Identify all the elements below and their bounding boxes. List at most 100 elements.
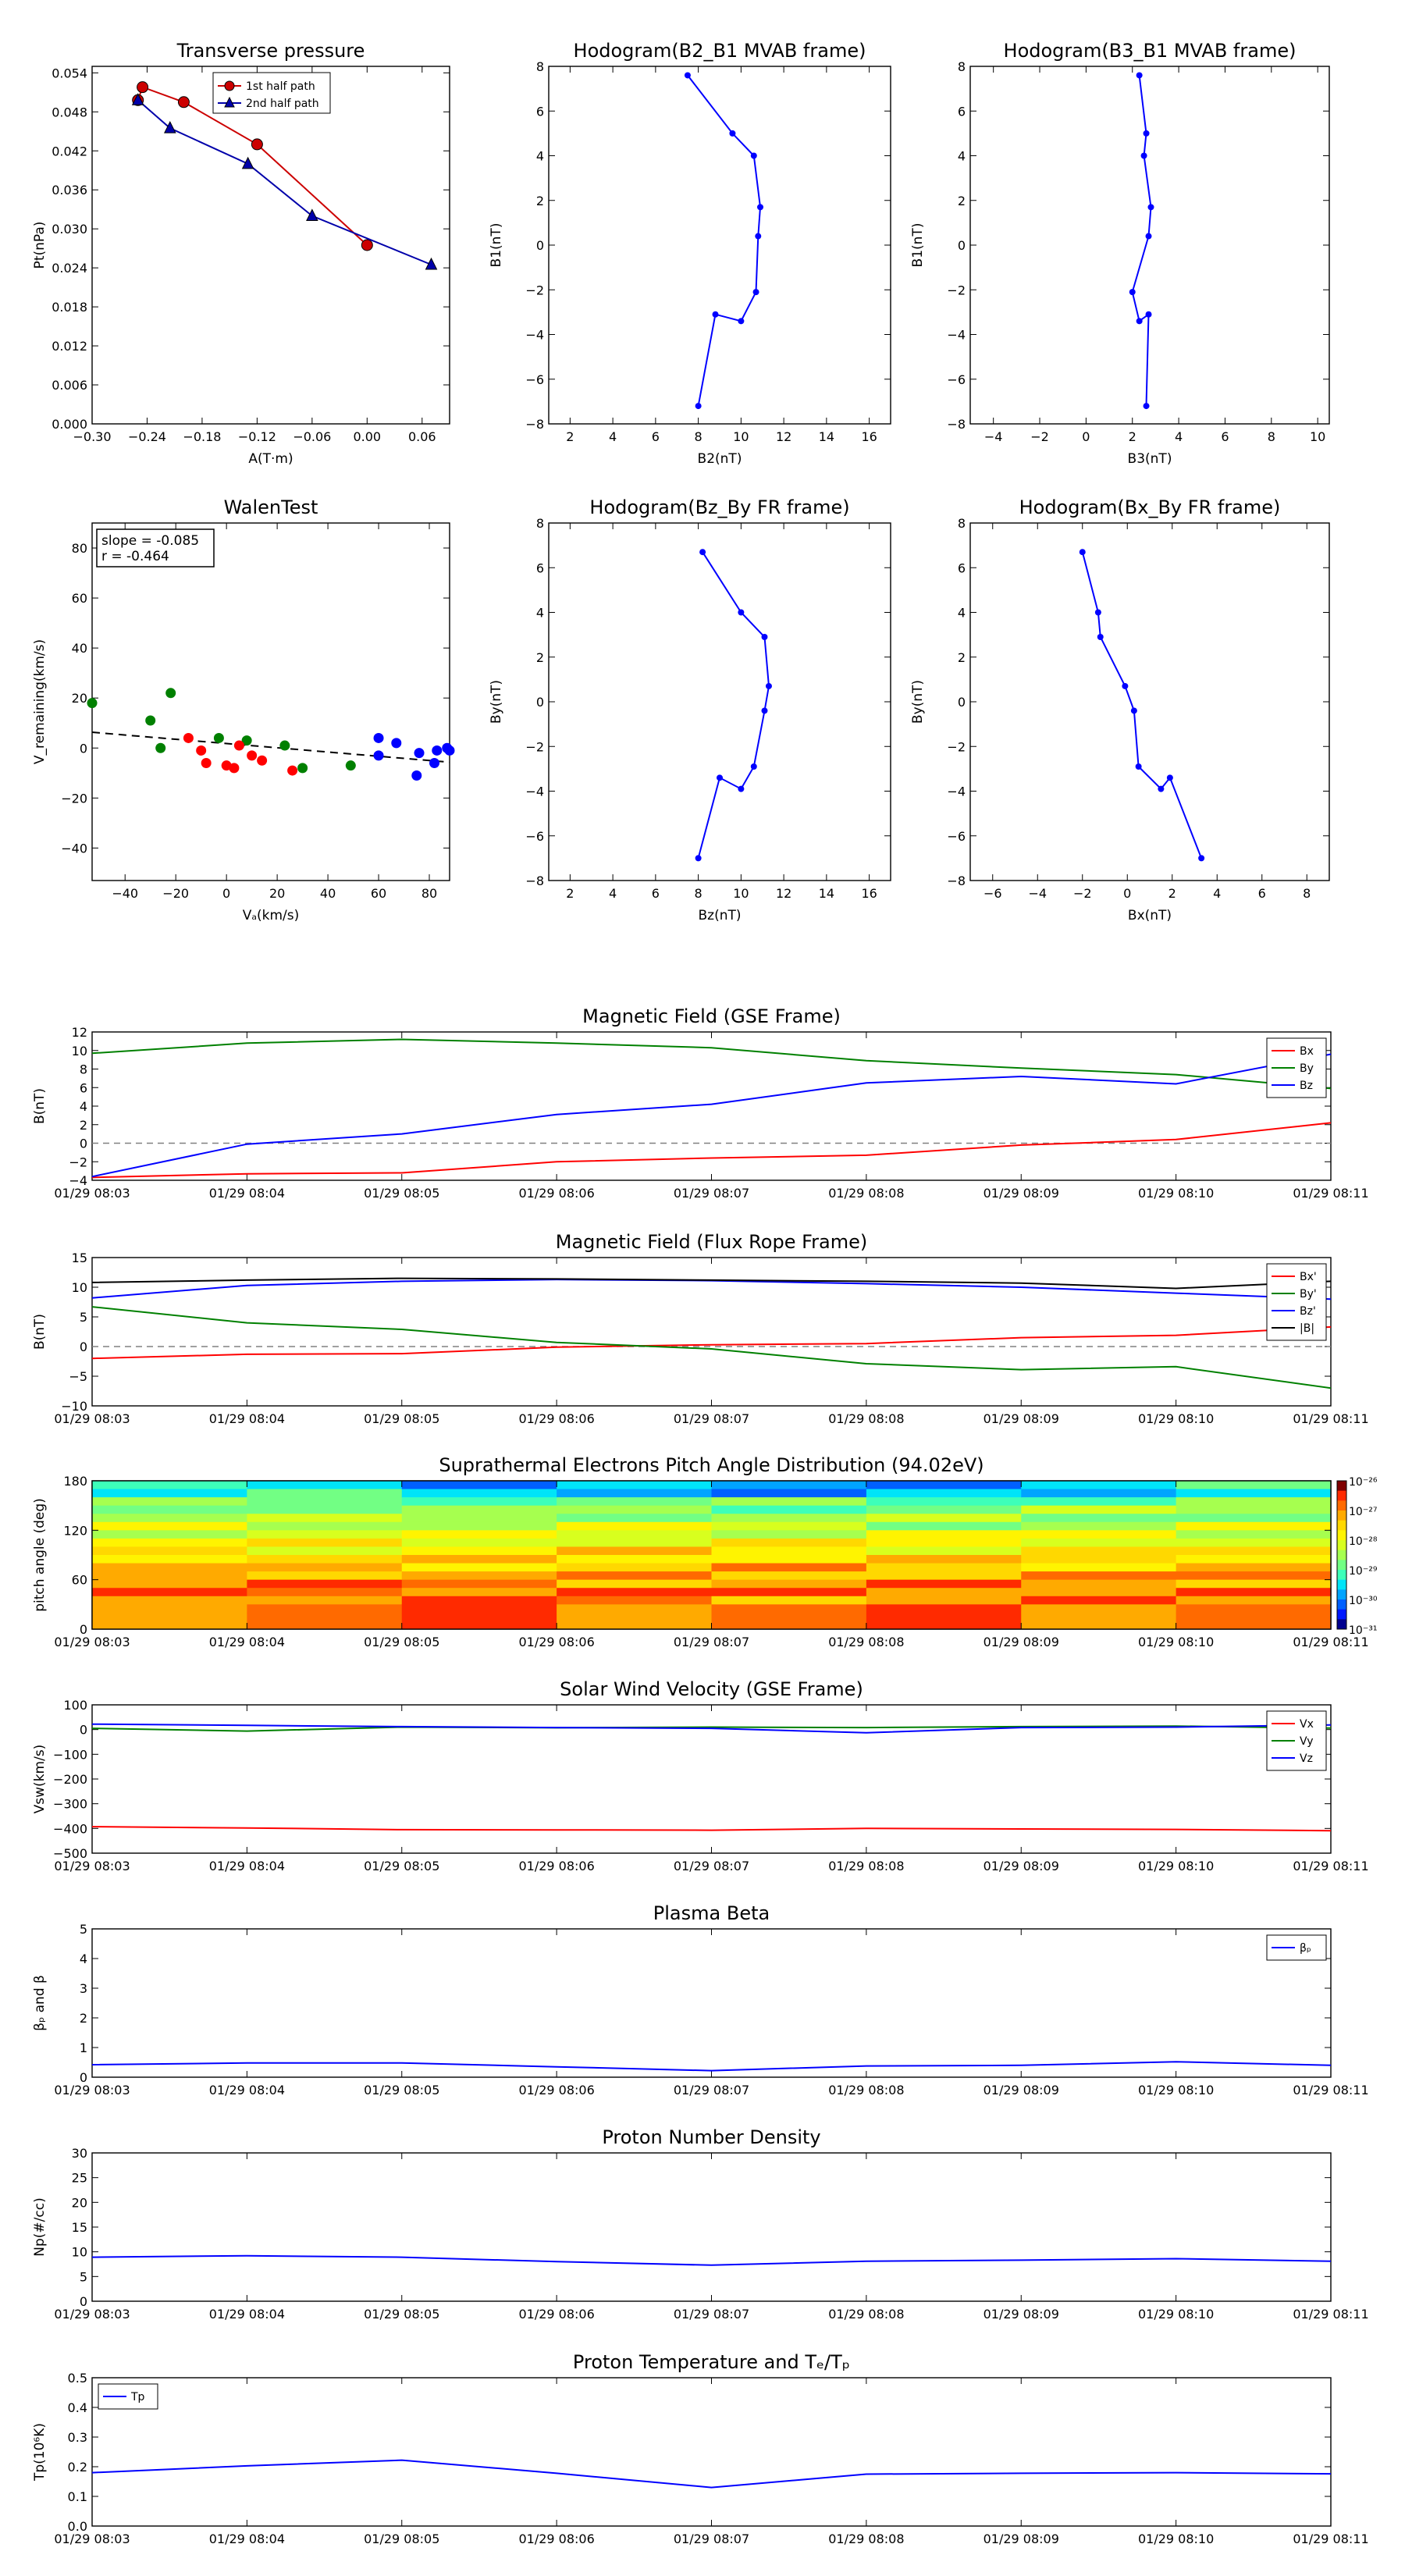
heatmap-cell	[247, 1546, 403, 1556]
heatmap-cell	[1176, 1555, 1332, 1564]
heatmap-cell	[557, 1497, 712, 1507]
data-point	[738, 785, 745, 792]
heatmap-cell	[557, 1530, 712, 1539]
heatmap-cell	[92, 1505, 247, 1514]
time-tick-label: 01/29 08:10	[1138, 2532, 1214, 2546]
y-tick-label: 5	[80, 2269, 87, 2284]
heatmap-cell	[247, 1521, 403, 1531]
y-tick-label: 0.012	[52, 339, 87, 354]
colorbar-segment	[1337, 1500, 1346, 1511]
data-point	[1135, 763, 1142, 770]
y-tick-label: 2	[80, 2011, 87, 2026]
heatmap-cell	[401, 1588, 557, 1597]
x-tick-label: 4	[609, 886, 617, 901]
heatmap-cell	[711, 1538, 867, 1547]
legend-label: Vy	[1300, 1735, 1314, 1748]
data-point	[1145, 311, 1152, 318]
time-tick-label: 01/29 08:07	[674, 1635, 749, 1649]
time-tick-label: 01/29 08:03	[54, 1859, 130, 1873]
heatmap-cell	[92, 1538, 247, 1547]
data-point	[391, 738, 402, 749]
heatmap-cell	[711, 1579, 867, 1589]
heatmap-cell	[711, 1621, 867, 1630]
legend-label: Bz'	[1300, 1305, 1316, 1318]
data-point	[695, 855, 702, 862]
y-tick-label: −200	[53, 1772, 87, 1787]
y-tick-label: −2	[525, 283, 544, 297]
chart-title: Magnetic Field (GSE Frame)	[582, 1005, 841, 1027]
time-tick-label: 01/29 08:04	[209, 2083, 285, 2097]
panel-np: Proton Number Density051015202530Np(#/cc…	[32, 2126, 1369, 2322]
data-point	[345, 760, 356, 771]
y-tick-label: −8	[525, 873, 544, 888]
heatmap-cell	[557, 1489, 712, 1498]
y-tick-label: 0.048	[52, 105, 87, 119]
y-tick-label: 4	[958, 606, 966, 621]
data-point	[765, 682, 772, 689]
data-point	[712, 311, 719, 318]
heatmap-cell	[247, 1604, 403, 1614]
y-tick-label: 2	[536, 194, 544, 208]
y-tick-label: 0.036	[52, 183, 87, 197]
heatmap-cell	[866, 1571, 1022, 1581]
data-point	[183, 732, 194, 743]
x-tick-label: 60	[371, 886, 386, 901]
heatmap-cell	[401, 1481, 557, 1490]
heatmap-cell	[92, 1489, 247, 1498]
heatmap-cell	[92, 1546, 247, 1556]
data-point	[196, 745, 207, 756]
data-point	[761, 633, 768, 640]
heatmap-cell	[711, 1571, 867, 1581]
colorbar: 10⁻²⁶ 10⁻²⁷ 10⁻²⁸ 10⁻²⁹ 10⁻³⁰ 10⁻³¹	[1336, 1476, 1378, 1637]
chart-title: Hodogram(B3_B1 MVAB frame)	[1004, 40, 1297, 62]
heatmap-cell	[866, 1505, 1022, 1514]
chart-title: Transverse pressure	[176, 40, 365, 62]
x-tick-label: 16	[861, 429, 877, 444]
x-axis-label: B2(nT)	[698, 451, 742, 467]
data-point	[755, 233, 762, 240]
y-tick-label: −2	[947, 739, 966, 754]
panel-h2: Hodogram(B3_B1 MVAB frame) −8 −6 −4 −2 0 2 4 6 8 B…	[910, 40, 1330, 467]
heatmap-cell	[401, 1505, 557, 1514]
time-tick-label: 01/29 08:08	[828, 2083, 904, 2097]
y-tick-label: 25	[72, 2171, 87, 2186]
x-tick-label: 2	[566, 886, 574, 901]
y-axis-label: By(nT)	[910, 680, 926, 724]
x-tick-label: 8	[695, 429, 702, 444]
colorbar-tick-label: 10⁻²⁸	[1349, 1535, 1378, 1548]
data-point	[1158, 785, 1165, 792]
heatmap-cell	[1176, 1530, 1332, 1539]
heatmap-cell	[401, 1579, 557, 1589]
y-tick-label: 0.006	[52, 378, 87, 393]
heatmap-cell	[711, 1505, 867, 1514]
heatmap-cell	[557, 1621, 712, 1630]
y-tick-label: 0.042	[52, 144, 87, 158]
colorbar-segment	[1337, 1540, 1346, 1551]
legend: Tp	[98, 2383, 158, 2410]
heatmap-cell	[1021, 1489, 1177, 1498]
y-tick-label: −20	[61, 791, 87, 806]
time-tick-label: 01/29 08:06	[518, 2083, 594, 2097]
x-tick-label: 6	[1258, 886, 1266, 901]
y-tick-label: −100	[53, 1747, 87, 1762]
heatmap-cell	[401, 1538, 557, 1547]
heatmap-cell	[866, 1604, 1022, 1614]
heatmap-cell	[1021, 1505, 1177, 1514]
x-axis-label: Vₐ(km/s)	[243, 908, 300, 923]
colorbar-tick-label: 10⁻²⁶	[1349, 1476, 1378, 1489]
heatmap-cell	[557, 1514, 712, 1523]
y-tick-label: 0.2	[68, 2460, 87, 2475]
heatmap-cell	[1021, 1563, 1177, 1572]
y-axis-label: B1(nT)	[910, 223, 926, 268]
y-tick-label: 8	[536, 59, 544, 74]
heatmap-cell	[557, 1521, 712, 1531]
y-tick-label: 6	[536, 560, 544, 575]
data-point	[1136, 72, 1143, 79]
y-tick-label: 60	[72, 1573, 87, 1588]
time-tick-label: 01/29 08:05	[364, 2532, 439, 2546]
legend-label: By	[1300, 1062, 1314, 1075]
y-tick-label: −2	[947, 283, 966, 297]
heatmap-cell	[711, 1588, 867, 1597]
x-axis-label: B3(nT)	[1128, 451, 1172, 467]
heatmap-cell	[92, 1530, 247, 1539]
